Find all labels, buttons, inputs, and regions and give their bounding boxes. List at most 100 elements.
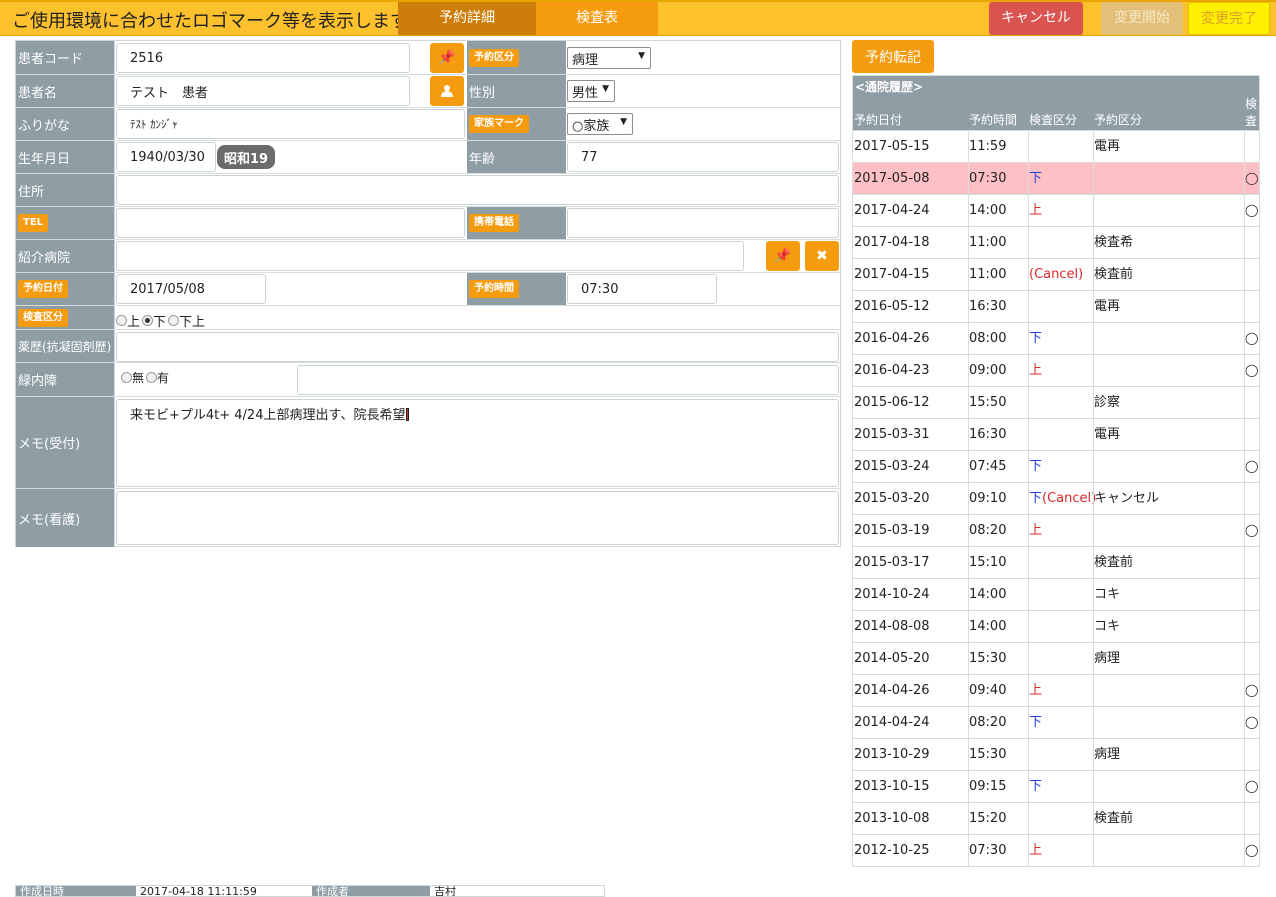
- table-row[interactable]: 2012-10-25 07:30 上 ◯: [853, 834, 1259, 866]
- row-exam-cell: 下: [1029, 323, 1042, 354]
- table-row[interactable]: 2014-10-24 14:00 コキ: [853, 578, 1259, 610]
- patient-code-input[interactable]: 2516: [116, 43, 410, 73]
- row-exam-cell: 上: [1029, 835, 1042, 866]
- table-row[interactable]: 2013-10-29 15:30 病理: [853, 738, 1259, 770]
- exam-upper-radio[interactable]: [116, 315, 127, 326]
- row-med-history: 薬歴(抗凝固剤歴): [16, 330, 840, 363]
- glaucoma-no-radio[interactable]: [121, 372, 132, 383]
- furigana-input[interactable]: ﾃｽﾄ ｶﾝｼﾞｬ: [116, 109, 465, 139]
- table-row[interactable]: 2016-04-23 09:00 上 ◯: [853, 354, 1259, 386]
- table-row[interactable]: 2015-03-19 08:20 上 ◯: [853, 514, 1259, 546]
- table-row[interactable]: 2015-03-17 15:10 検査前: [853, 546, 1259, 578]
- logo-placeholder: ご使用環境に合わせたロゴマーク等を表示します。: [12, 11, 425, 32]
- column-divider: [1028, 611, 1029, 642]
- table-row[interactable]: 2017-05-08 07:30 下 ◯: [853, 162, 1259, 194]
- column-divider: [1244, 451, 1245, 482]
- family-mark-select[interactable]: ○家族 ▼: [567, 113, 633, 135]
- table-row[interactable]: 2015-03-24 07:45 下 ◯: [853, 450, 1259, 482]
- referral-input[interactable]: [116, 241, 744, 271]
- table-row[interactable]: 2014-04-26 09:40 上 ◯: [853, 674, 1259, 706]
- tel-input[interactable]: [116, 208, 465, 238]
- close-icon[interactable]: ✖: [805, 241, 839, 271]
- glaucoma-yes-radio[interactable]: [146, 372, 158, 383]
- column-divider: [1093, 675, 1094, 706]
- sex-select[interactable]: 男性 ▼: [567, 80, 615, 102]
- created-value: 2017-04-18 11:11:59: [140, 885, 257, 897]
- table-row[interactable]: 2017-04-18 11:00 検査希: [853, 226, 1259, 258]
- memo-reception-textarea[interactable]: 来モビ+プル4t+ 4/24上部病理出す、院長希望: [116, 399, 839, 487]
- user-icon[interactable]: [430, 76, 464, 106]
- table-row[interactable]: 2016-04-26 08:00 下 ◯: [853, 322, 1259, 354]
- table-row[interactable]: 2017-04-24 14:00 上 ◯: [853, 194, 1259, 226]
- mobile-input[interactable]: [567, 208, 839, 238]
- pin-icon[interactable]: 📌: [430, 43, 464, 73]
- transfer-reservation-button[interactable]: 予約転記: [852, 40, 934, 73]
- finish-edit-button[interactable]: 変更完了: [1188, 2, 1270, 35]
- birthdate-input[interactable]: 1940/03/30: [116, 142, 216, 172]
- row-memo-reception: メモ(受付) 来モビ+プル4t+ 4/24上部病理出す、院長希望: [16, 397, 840, 489]
- row-date: 2015-03-24: [854, 459, 930, 474]
- table-row[interactable]: 2014-05-20 15:30 病理: [853, 642, 1259, 674]
- row-time: 15:50: [969, 395, 1007, 410]
- patient-name-input[interactable]: テスト 患者: [116, 76, 410, 106]
- table-row[interactable]: 2013-10-08 15:20 検査前: [853, 802, 1259, 834]
- column-divider: [1093, 131, 1094, 162]
- column-divider: [1028, 195, 1029, 226]
- memo-nursing-textarea[interactable]: [116, 491, 839, 545]
- reserve-date-input[interactable]: 2017/05/08: [116, 274, 266, 304]
- pin-icon[interactable]: 📌: [766, 241, 800, 271]
- table-row[interactable]: 2014-04-24 08:20 下 ◯: [853, 706, 1259, 738]
- tab-exam-table[interactable]: 検査表: [536, 2, 658, 35]
- history-body: 2017-05-15 11:59 電再 2017-05-08 07:30 下 ◯ 2017-0…: [853, 130, 1259, 866]
- table-row[interactable]: 2013-10-15 09:15 下 ◯: [853, 770, 1259, 802]
- column-divider: [1093, 259, 1094, 290]
- table-row[interactable]: 2015-03-31 16:30 電再: [853, 418, 1259, 450]
- row-time: 15:20: [969, 811, 1007, 826]
- exam-both-radio[interactable]: [168, 315, 180, 326]
- table-row[interactable]: 2017-05-15 11:59 電再: [853, 130, 1259, 162]
- row-mark: ◯: [1245, 843, 1259, 857]
- reserve-time-input[interactable]: 07:30: [567, 274, 717, 304]
- reservation-kind-label: 予約区分: [469, 48, 519, 67]
- cancel-button[interactable]: キャンセル: [989, 2, 1083, 35]
- column-divider: [968, 419, 969, 450]
- table-row[interactable]: 2017-04-15 11:00 (Cancel) 検査前: [853, 258, 1259, 290]
- med-history-input[interactable]: [116, 332, 839, 362]
- tel-label: TEL: [18, 214, 49, 232]
- age-input[interactable]: 77: [567, 142, 839, 172]
- history-header: <通院履歴> 予約日付 予約時間 検査区分 予約区分 検査: [853, 76, 1259, 130]
- column-divider: [1028, 579, 1029, 610]
- row-mark: ◯: [1245, 683, 1259, 697]
- created-label: 作成日時: [16, 886, 136, 896]
- column-divider: [1093, 419, 1094, 450]
- reservation-kind-select[interactable]: 病理 ▼: [567, 47, 651, 69]
- exam-lower-radio[interactable]: [142, 315, 154, 326]
- column-divider: [968, 739, 969, 770]
- table-row[interactable]: 2016-05-12 16:30 電再: [853, 290, 1259, 322]
- row-exam: 上: [1029, 683, 1043, 698]
- row-exam-cell: 下: [1029, 451, 1042, 482]
- table-row[interactable]: 2015-06-12 15:50 診察: [853, 386, 1259, 418]
- top-bar: ご使用環境に合わせたロゴマーク等を表示します。 予約詳細 検査表 キャンセル 変…: [0, 0, 1276, 36]
- tab-reservation-detail[interactable]: 予約詳細: [398, 2, 536, 35]
- reservation-form: 患者コード 2516 📌 予約区分 病理 ▼ 患者名 テスト 患者 性別 男性 ▼ …: [15, 40, 841, 547]
- column-divider: [1244, 579, 1245, 610]
- start-edit-button[interactable]: 変更開始: [1101, 2, 1183, 35]
- column-divider: [1028, 419, 1029, 450]
- row-date: 2015-03-17: [854, 555, 930, 570]
- column-divider: [1093, 163, 1094, 194]
- table-row[interactable]: 2015-03-20 09:10 下(Cancel) キャンセル: [853, 482, 1259, 514]
- table-row[interactable]: 2014-08-08 14:00 コキ: [853, 610, 1259, 642]
- glaucoma-note-input[interactable]: [297, 365, 839, 395]
- column-divider: [1093, 227, 1094, 258]
- address-input[interactable]: [116, 175, 839, 205]
- column-divider: [1244, 195, 1245, 226]
- column-divider: [1244, 483, 1245, 514]
- chevron-down-icon: ▼: [620, 117, 627, 127]
- row-time: 09:40: [969, 683, 1007, 698]
- row-kind: 検査前: [1094, 555, 1134, 570]
- column-divider: [1028, 547, 1029, 578]
- column-divider: [968, 323, 969, 354]
- exam-both-label: 下上: [179, 315, 206, 330]
- col-kind-header: 予約区分: [1094, 113, 1143, 127]
